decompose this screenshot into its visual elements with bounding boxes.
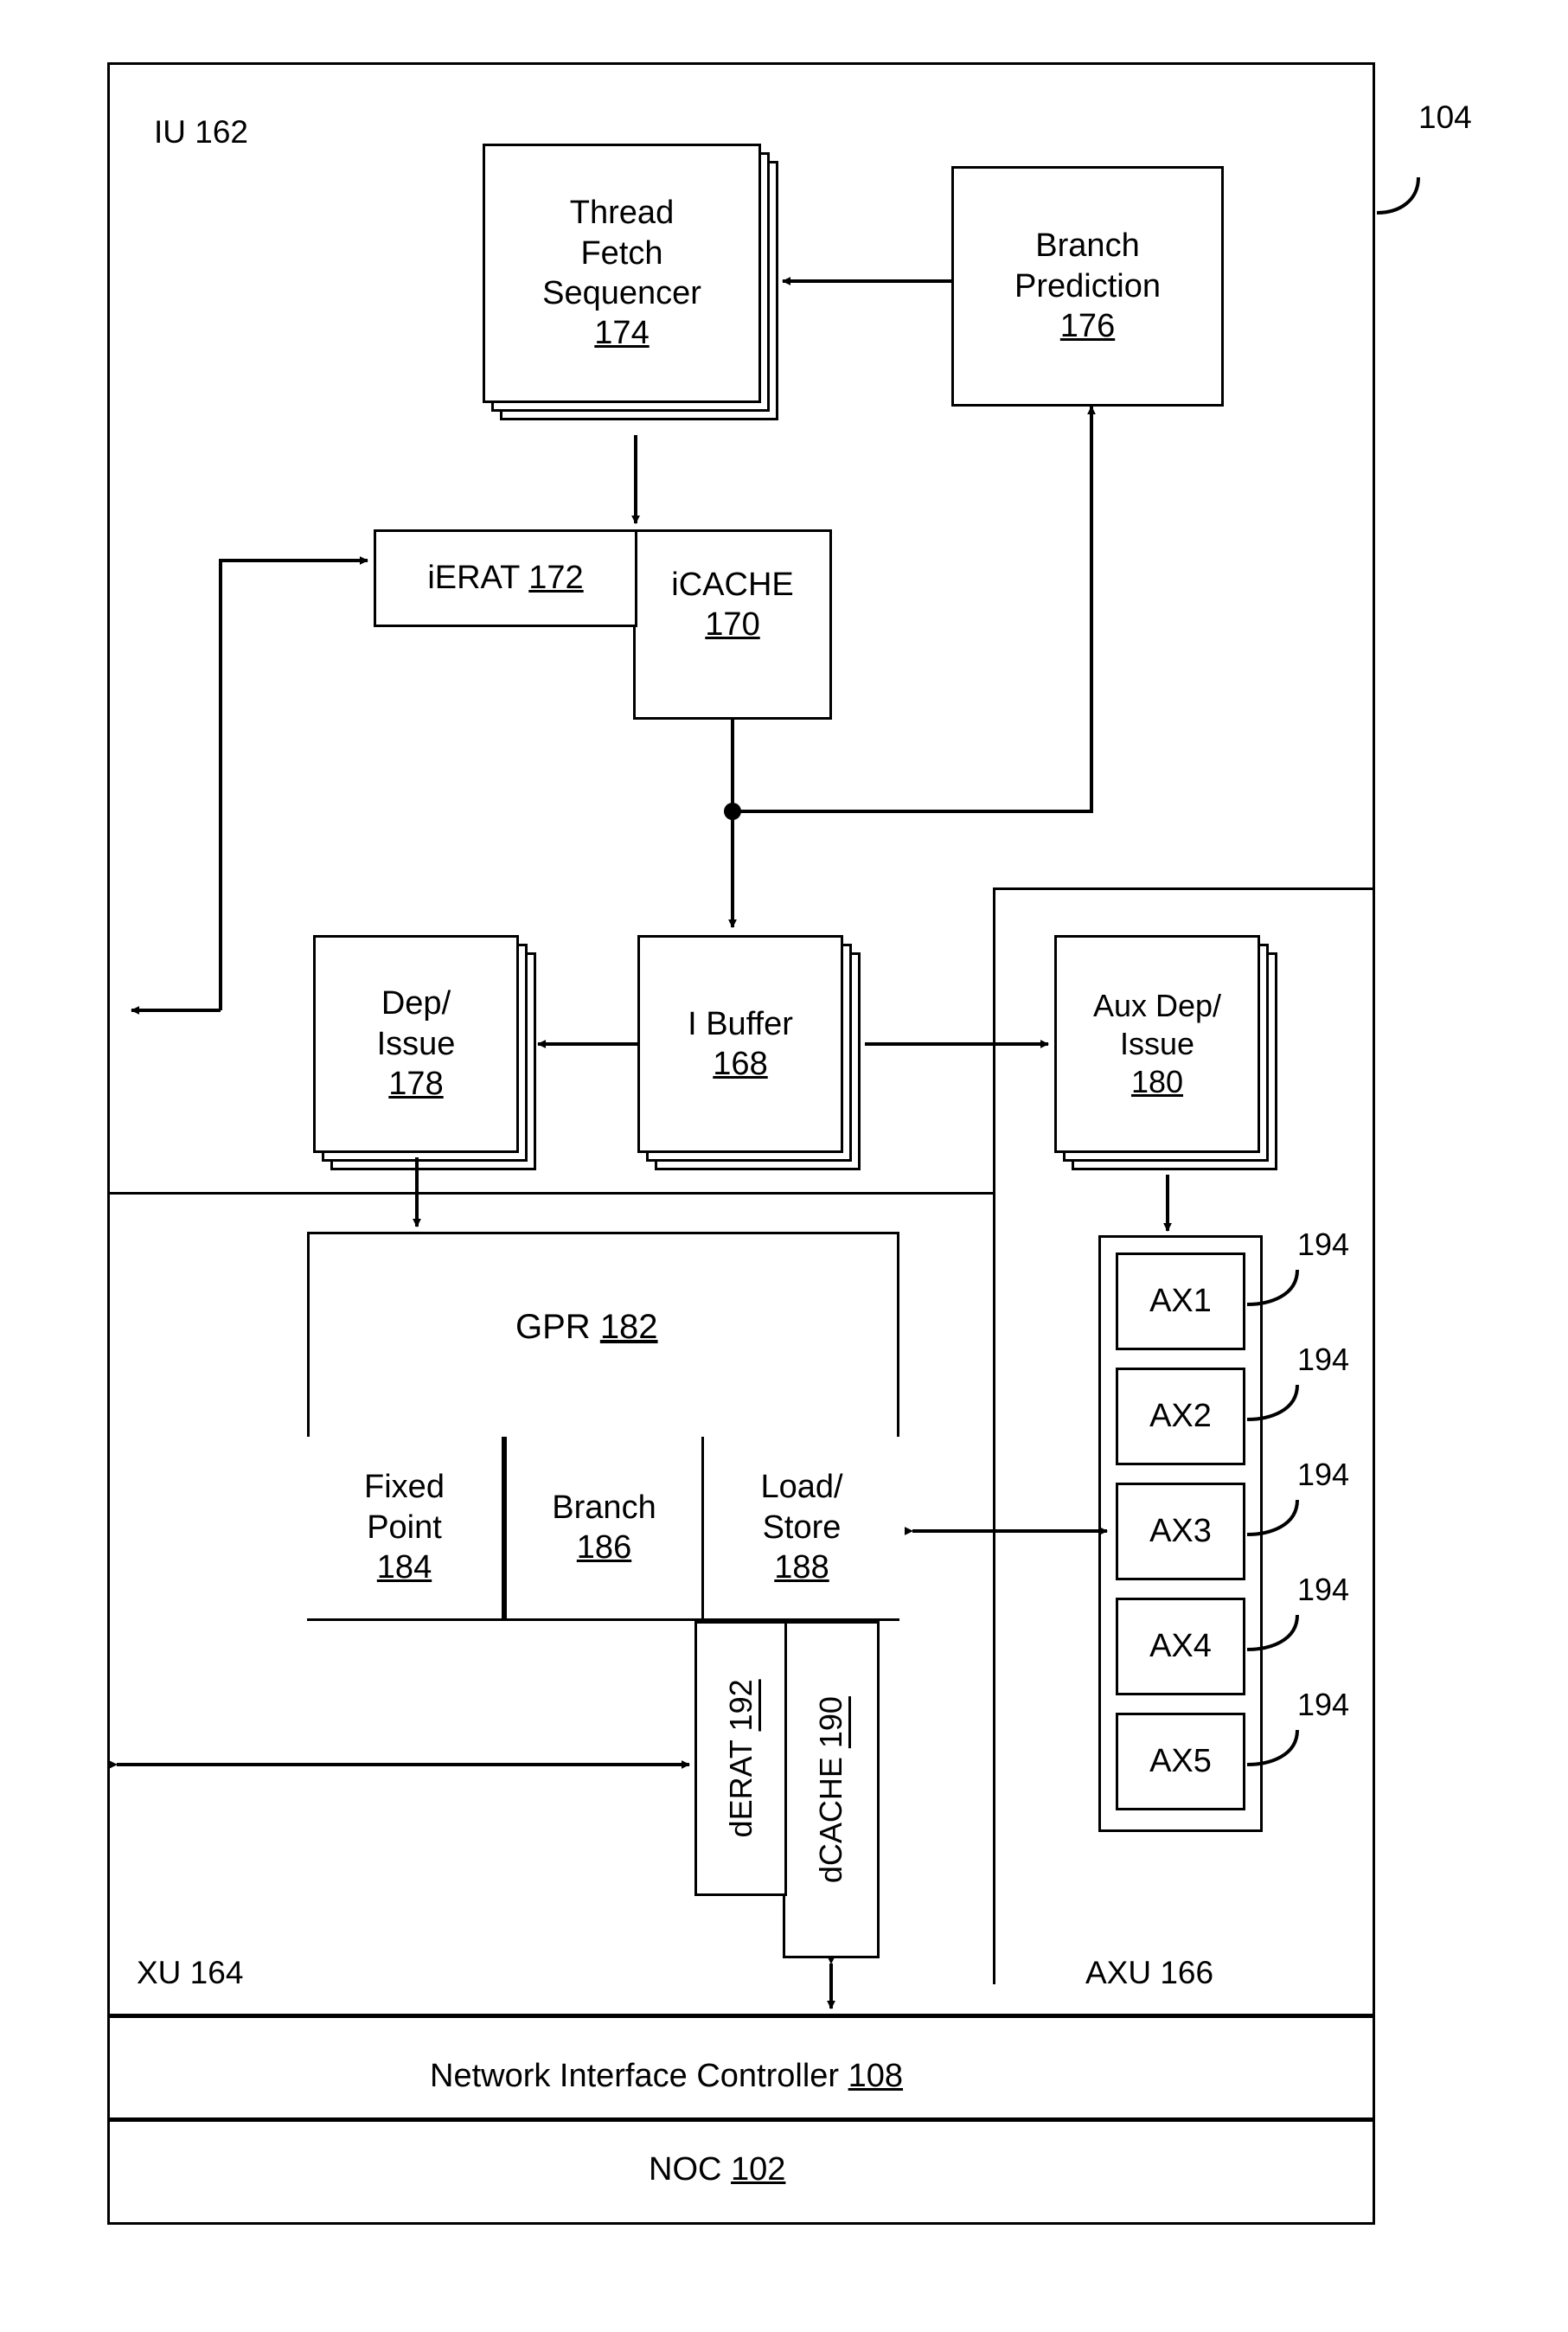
axu-vertical-divider [993, 887, 995, 1984]
derat-block[interactable]: dERAT 192 [694, 1621, 787, 1896]
load-store-num: 188 [774, 1549, 829, 1586]
fixed-point-num: 184 [376, 1549, 432, 1586]
aux-dep-issue-block[interactable]: Aux Dep/ Issue 180 [1054, 935, 1260, 1153]
ref-104-label: 104 [1418, 99, 1472, 135]
ref-194-ax4: 194 [1297, 1572, 1350, 1607]
ax2-label: AX2 [1149, 1398, 1212, 1435]
nic-label: Network Interface Controller 108 [430, 2058, 904, 2094]
nic-top-rule [107, 2014, 1375, 2018]
ax5-block[interactable]: AX5 [1116, 1713, 1245, 1810]
i-buffer-line1: I Buffer [688, 1005, 793, 1042]
ax1-label: AX1 [1149, 1283, 1212, 1320]
dep-issue-line2: Issue [376, 1025, 456, 1062]
iu-unit-label: IU 162 [154, 114, 249, 150]
xu-unit-label: XU 164 [137, 1955, 244, 1990]
ax4-block[interactable]: AX4 [1116, 1598, 1245, 1695]
ax5-label: AX5 [1149, 1743, 1212, 1780]
icache-block[interactable]: iCACHE 170 [633, 529, 832, 720]
i-buffer-num: 168 [713, 1046, 768, 1082]
derat-num: 192 [722, 1679, 758, 1732]
ax3-label: AX3 [1149, 1513, 1212, 1550]
patent-figure: IU 162 104 Thread Fetch Sequencer 174 Br… [0, 0, 1568, 2332]
branch-unit-block[interactable]: Branch 186 [504, 1437, 701, 1621]
ax4-label: AX4 [1149, 1628, 1212, 1665]
dcache-num: 190 [813, 1695, 849, 1749]
noc-label: NOC 102 [649, 2151, 786, 2188]
ref-194-ax1: 194 [1297, 1227, 1350, 1262]
aux-dep-line2: Issue [1119, 1026, 1195, 1062]
dep-issue-block[interactable]: Dep/ Issue 178 [313, 935, 519, 1153]
tfs-num: 174 [594, 315, 650, 352]
bp-line1: Branch [1035, 227, 1140, 265]
ax1-block[interactable]: AX1 [1116, 1252, 1245, 1350]
bp-num: 176 [1059, 308, 1116, 345]
dep-issue-line1: Dep/ [381, 985, 451, 1022]
ax3-block[interactable]: AX3 [1116, 1483, 1245, 1580]
fixed-point-block[interactable]: Fixed Point 184 [307, 1437, 504, 1621]
ax2-block[interactable]: AX2 [1116, 1368, 1245, 1465]
load-store-block[interactable]: Load/ Store 188 [701, 1437, 899, 1621]
ierat-num: 172 [528, 560, 584, 597]
branch-prediction-block[interactable]: Branch Prediction 176 [951, 166, 1224, 407]
ierat-line1: iERAT [427, 560, 521, 597]
dcache-vertical-text: dCACHE 190 [812, 1696, 850, 1883]
iu-xu-divider [110, 1192, 995, 1195]
ref-194-ax2: 194 [1297, 1342, 1350, 1377]
leader-104 [1376, 176, 1420, 215]
aux-dep-num: 180 [1130, 1063, 1184, 1099]
derat-line1: dERAT [722, 1739, 758, 1838]
fixed-point-line1: Fixed [364, 1469, 445, 1506]
load-store-line2: Store [762, 1509, 842, 1546]
tfs-line3: Sequencer [542, 275, 701, 311]
derat-vertical-text: dERAT 192 [722, 1679, 760, 1837]
i-buffer-block[interactable]: I Buffer 168 [637, 935, 843, 1153]
icache-num: 170 [705, 606, 760, 644]
branch-unit-num: 186 [576, 1529, 632, 1566]
thread-fetch-sequencer-block[interactable]: Thread Fetch Sequencer 174 [483, 144, 761, 403]
axu-top-divider [993, 887, 1375, 890]
axu-unit-label: AXU 166 [1085, 1955, 1214, 1990]
ierat-block[interactable]: iERAT 172 [374, 529, 637, 627]
nic-bottom-rule [107, 2117, 1375, 2122]
dep-issue-num: 178 [388, 1066, 444, 1103]
fixed-point-line2: Point [367, 1509, 442, 1546]
branch-unit-line1: Branch [552, 1489, 656, 1526]
icache-line1: iCACHE [671, 567, 794, 603]
aux-dep-line1: Aux Dep/ [1092, 988, 1222, 1024]
dcache-block[interactable]: dCACHE 190 [783, 1621, 880, 1958]
bp-line2: Prediction [1014, 267, 1161, 304]
ref-194-ax3: 194 [1297, 1457, 1350, 1492]
dcache-line1: dCACHE [813, 1757, 849, 1884]
tfs-line2: Fetch [580, 234, 663, 272]
tfs-line1: Thread [569, 195, 675, 232]
gpr-label: GPR 182 [515, 1308, 658, 1346]
ref-194-ax5: 194 [1297, 1687, 1350, 1722]
load-store-line1: Load/ [760, 1469, 843, 1506]
